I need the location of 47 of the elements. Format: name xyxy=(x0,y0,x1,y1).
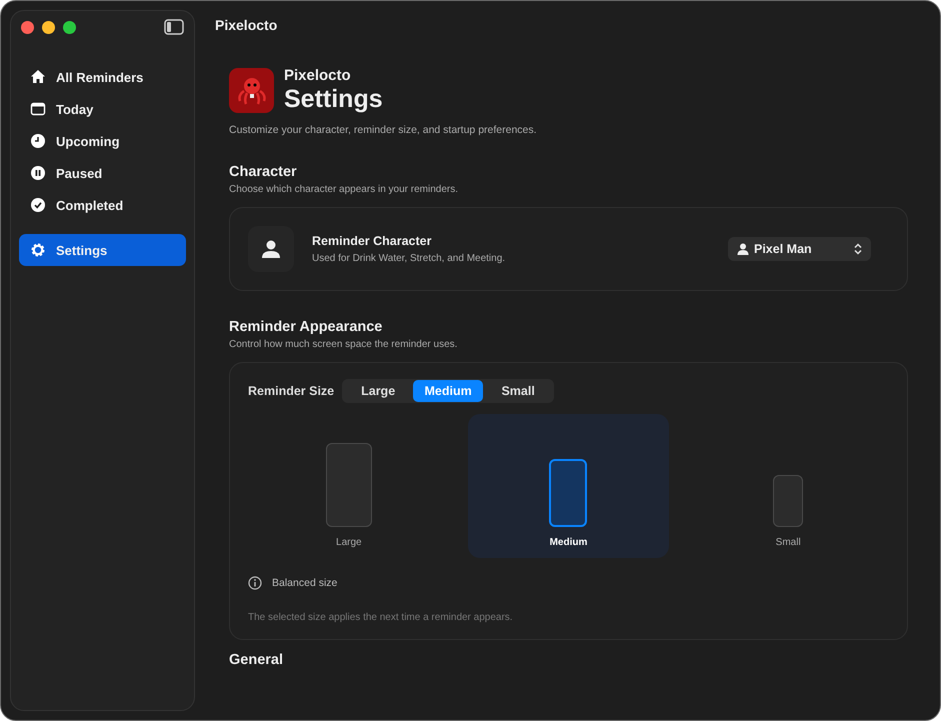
settings-icon xyxy=(30,242,46,258)
sidebar-item[interactable]: Completed xyxy=(19,189,186,221)
home-icon xyxy=(30,69,46,85)
sidebar-icon xyxy=(164,19,184,35)
sidebar-item[interactable]: Upcoming xyxy=(19,125,186,157)
section-title: Character xyxy=(229,164,298,180)
zoom-button[interactable] xyxy=(63,20,76,34)
preview-label: Medium xyxy=(550,537,588,548)
chevron-up-down-icon xyxy=(854,243,862,255)
info-text: Balanced size xyxy=(272,577,338,589)
section-description: Choose which character appears in your reminders. xyxy=(229,184,459,195)
minimize-button[interactable] xyxy=(42,20,55,34)
sidebar-item[interactable]: All Reminders xyxy=(19,61,186,93)
note-text: The selected size applies the next time a reminder appears. xyxy=(248,612,514,623)
checkmark-icon xyxy=(30,197,46,213)
page-title: Settings xyxy=(284,85,383,114)
info-icon xyxy=(248,576,262,590)
sidebar-item[interactable]: Paused xyxy=(19,157,186,189)
size-preview[interactable]: Small xyxy=(687,414,889,558)
close-button[interactable] xyxy=(21,20,34,34)
section-title: General xyxy=(229,652,284,668)
size-label: Reminder Size xyxy=(248,384,334,398)
segment-option[interactable]: Small xyxy=(483,380,554,402)
size-preview[interactable]: Large xyxy=(248,414,450,558)
section-description: Control how much screen space the reminder uses. xyxy=(229,339,458,350)
segment-option[interactable]: Large xyxy=(343,380,414,402)
sidebar-item[interactable]: Today xyxy=(19,93,186,125)
calendar-icon xyxy=(30,101,46,117)
pause-icon xyxy=(30,165,46,181)
person-icon xyxy=(261,239,281,259)
window-title: Pixelocto xyxy=(215,17,278,35)
preview-label: Large xyxy=(336,537,362,548)
segment-option[interactable]: Medium xyxy=(413,380,484,402)
clock-icon xyxy=(30,133,46,149)
character-dropdown[interactable]: Pixel Man xyxy=(728,237,871,261)
phone-outline xyxy=(549,459,588,527)
page-subtitle: Customize your character, reminder size, and startup preferences. xyxy=(229,124,538,136)
setting-description: Used for Drink Water, Stretch, and Meeting. xyxy=(312,253,506,264)
sidebar-item[interactable]: Settings xyxy=(19,234,186,266)
preview-label: Small xyxy=(776,537,801,548)
setting-label: Reminder Character xyxy=(312,234,432,248)
section-title: Reminder Appearance xyxy=(229,319,384,335)
sidebar-toggle-button[interactable] xyxy=(164,19,184,35)
size-preview[interactable]: Medium xyxy=(468,414,670,558)
phone-outline xyxy=(773,475,804,527)
person-icon xyxy=(737,243,749,255)
app-name: Pixelocto xyxy=(284,67,352,84)
